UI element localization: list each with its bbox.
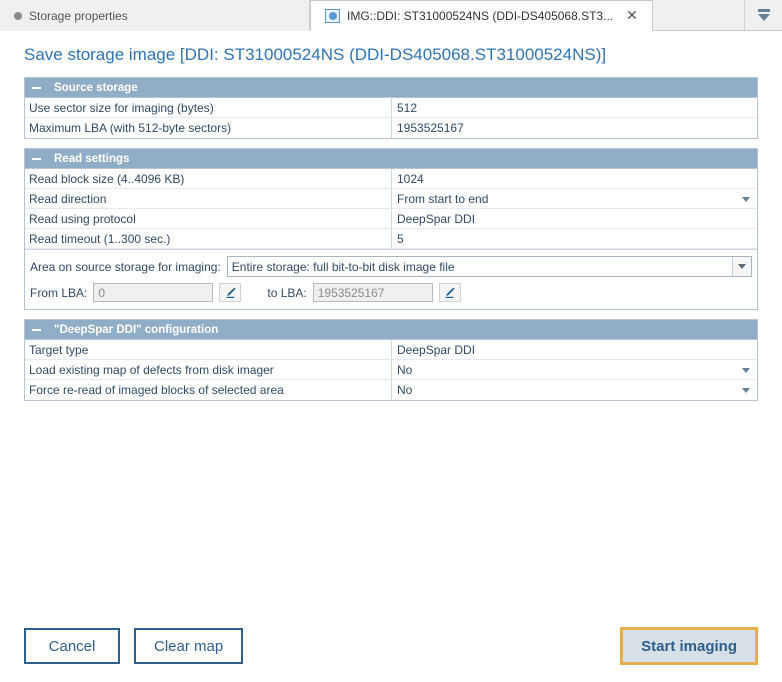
section-header-deepspar-ddi[interactable]: "DeepSpar DDI" configuration	[25, 320, 757, 340]
collapse-minus-icon[interactable]	[31, 324, 42, 335]
chevron-down-icon[interactable]	[742, 367, 750, 373]
panel-deepspar-ddi-configuration: "DeepSpar DDI" configuration Target type…	[24, 319, 758, 401]
row-value-maximum-lba[interactable]: 1953525167	[392, 118, 757, 138]
pencil-icon[interactable]	[219, 283, 242, 302]
row-value-read-block-size[interactable]: 1024	[392, 169, 757, 188]
cancel-button[interactable]: Cancel	[24, 628, 120, 664]
row-label: Read timeout (1..300 sec.)	[25, 229, 392, 248]
to-lba-label: to LBA:	[267, 285, 307, 300]
area-selection-block: Area on source storage for imaging: Enti…	[25, 249, 757, 309]
collapse-minus-icon[interactable]	[31, 153, 42, 164]
clear-map-button[interactable]: Clear map	[134, 628, 244, 664]
section-header-source-storage[interactable]: Source storage	[25, 78, 757, 98]
row-value-text: No	[397, 362, 413, 377]
row-value-read-direction[interactable]: From start to end	[392, 189, 757, 208]
pencil-icon[interactable]	[438, 283, 461, 302]
tab-label: Storage properties	[29, 8, 128, 23]
table-row: Target type DeepSpar DDI	[25, 340, 757, 360]
tab-label: IMG::DDI: ST31000524NS (DDI-DS405068.ST3…	[347, 8, 614, 23]
row-value-read-timeout[interactable]: 5	[392, 229, 757, 248]
section-title: "DeepSpar DDI" configuration	[54, 323, 219, 336]
row-label: Target type	[25, 340, 392, 359]
close-icon[interactable]: ✕	[626, 9, 638, 23]
area-combo-value: Entire storage: full bit-to-bit disk ima…	[231, 259, 455, 274]
tab-bar-filler	[652, 0, 744, 30]
tab-storage-properties[interactable]: Storage properties	[0, 0, 310, 31]
row-value-force-reread[interactable]: No	[392, 380, 757, 400]
collapse-minus-icon[interactable]	[31, 82, 42, 93]
to-lba-input[interactable]	[312, 283, 433, 302]
row-value-sector-size[interactable]: 512	[392, 98, 757, 117]
section-title: Source storage	[54, 81, 138, 94]
page-title: Save storage image [DDI: ST31000524NS (D…	[24, 45, 607, 64]
row-label: Read direction	[25, 189, 392, 208]
panel-read-settings: Read settings Read block size (4..4096 K…	[24, 148, 758, 310]
footer-button-bar: Cancel Clear map Start imaging	[24, 626, 758, 666]
table-row: Force re-read of imaged blocks of select…	[25, 380, 757, 400]
from-lba-label: From LBA:	[30, 285, 88, 300]
page-body: Save storage image [DDI: ST31000524NS (D…	[0, 31, 782, 682]
table-row: Load existing map of defects from disk i…	[25, 360, 757, 380]
lba-range-line: From LBA: to LBA:	[30, 283, 752, 302]
row-value-load-existing-map[interactable]: No	[392, 360, 757, 379]
row-label: Read using protocol	[25, 209, 392, 228]
tab-list-dropdown-icon[interactable]	[744, 0, 782, 30]
panel-source-storage: Source storage Use sector size for imagi…	[24, 77, 758, 139]
row-label: Read block size (4..4096 KB)	[25, 169, 392, 188]
chevron-down-icon[interactable]	[742, 196, 750, 202]
row-label: Use sector size for imaging (bytes)	[25, 98, 392, 117]
table-row: Read timeout (1..300 sec.) 5	[25, 229, 757, 249]
dot-icon	[14, 11, 22, 20]
table-row: Use sector size for imaging (bytes) 512	[25, 98, 757, 118]
chevron-down-icon[interactable]	[732, 257, 751, 276]
row-label: Force re-read of imaged blocks of select…	[25, 380, 392, 400]
section-title: Read settings	[54, 152, 130, 165]
chevron-down-icon[interactable]	[742, 388, 750, 393]
area-combo[interactable]: Entire storage: full bit-to-bit disk ima…	[226, 256, 752, 277]
disk-icon	[325, 8, 340, 23]
chevron-down-icon	[757, 8, 771, 22]
table-row: Read using protocol DeepSpar DDI	[25, 209, 757, 229]
area-label: Area on source storage for imaging:	[30, 259, 221, 274]
table-row: Read direction From start to end	[25, 189, 757, 209]
section-header-read-settings[interactable]: Read settings	[25, 149, 757, 169]
from-lba-input[interactable]	[93, 283, 214, 302]
tab-bar: Storage properties IMG::DDI: ST31000524N…	[0, 0, 782, 31]
table-row: Maximum LBA (with 512-byte sectors) 1953…	[25, 118, 757, 138]
tab-img-ddi[interactable]: IMG::DDI: ST31000524NS (DDI-DS405068.ST3…	[310, 0, 653, 31]
row-value-read-protocol[interactable]: DeepSpar DDI	[392, 209, 757, 228]
row-value-target-type[interactable]: DeepSpar DDI	[392, 340, 757, 359]
table-row: Read block size (4..4096 KB) 1024	[25, 169, 757, 189]
area-combo-line: Area on source storage for imaging: Enti…	[30, 256, 752, 277]
row-value-text: From start to end	[397, 191, 489, 206]
row-label: Load existing map of defects from disk i…	[25, 360, 392, 379]
row-value-text: No	[397, 383, 413, 397]
start-imaging-button[interactable]: Start imaging	[620, 627, 758, 665]
row-label: Maximum LBA (with 512-byte sectors)	[25, 118, 392, 138]
